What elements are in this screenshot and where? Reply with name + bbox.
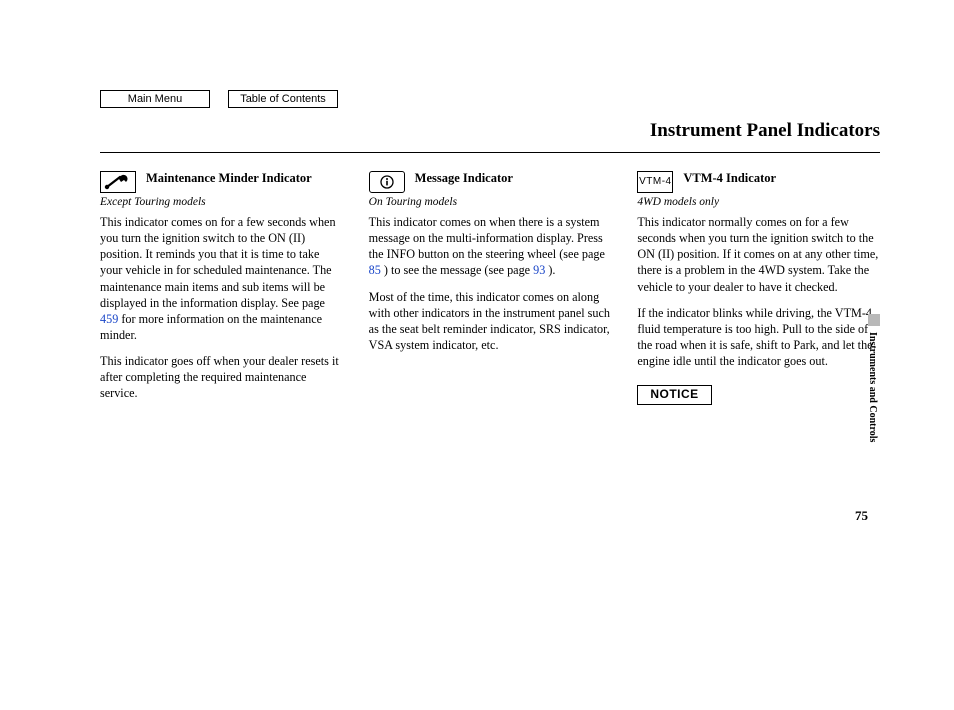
page-link-93[interactable]: 93: [533, 263, 545, 277]
paragraph: Most of the time, this indicator comes o…: [369, 289, 612, 353]
section-tab: Instruments and Controls: [860, 314, 880, 464]
section-tab-marker: [868, 314, 880, 326]
column-message-indicator: Message Indicator On Touring models This…: [369, 171, 612, 411]
indicator-heading: VTM-4 VTM-4 Indicator: [637, 171, 880, 193]
notice-label: NOTICE: [637, 385, 711, 405]
indicator-subtitle: 4WD models only: [637, 195, 880, 210]
paragraph: This indicator comes on for a few second…: [100, 214, 343, 343]
indicator-subtitle: Except Touring models: [100, 195, 343, 210]
content-columns: Maintenance Minder Indicator Except Tour…: [100, 171, 880, 411]
page-content: Main Menu Table of Contents Instrument P…: [100, 90, 880, 411]
indicator-title: Message Indicator: [415, 171, 513, 186]
page-link-459[interactable]: 459: [100, 312, 118, 326]
page-number: 75: [855, 508, 868, 524]
title-rule: [100, 152, 880, 153]
indicator-heading: Message Indicator: [369, 171, 612, 193]
main-menu-button[interactable]: Main Menu: [100, 90, 210, 108]
wrench-icon: [100, 171, 136, 193]
indicator-title: Maintenance Minder Indicator: [146, 171, 312, 186]
paragraph: This indicator comes on when there is a …: [369, 214, 612, 278]
indicator-subtitle: On Touring models: [369, 195, 612, 210]
indicator-heading: Maintenance Minder Indicator: [100, 171, 343, 193]
page-title: Instrument Panel Indicators: [100, 120, 880, 142]
vtm4-icon: VTM-4: [637, 171, 673, 193]
top-nav: Main Menu Table of Contents: [100, 90, 880, 108]
table-of-contents-button[interactable]: Table of Contents: [228, 90, 338, 108]
column-maintenance-minder: Maintenance Minder Indicator Except Tour…: [100, 171, 343, 411]
paragraph: If the indicator blinks while driving, t…: [637, 305, 880, 369]
paragraph: This indicator normally comes on for a f…: [637, 214, 880, 294]
column-vtm4-indicator: VTM-4 VTM-4 Indicator 4WD models only Th…: [637, 171, 880, 411]
page-link-85[interactable]: 85: [369, 263, 381, 277]
vtm4-icon-label: VTM-4: [639, 175, 672, 188]
paragraph: This indicator goes off when your dealer…: [100, 353, 343, 401]
indicator-title: VTM-4 Indicator: [683, 171, 776, 186]
info-icon: [369, 171, 405, 193]
section-tab-label: Instruments and Controls: [867, 332, 878, 442]
